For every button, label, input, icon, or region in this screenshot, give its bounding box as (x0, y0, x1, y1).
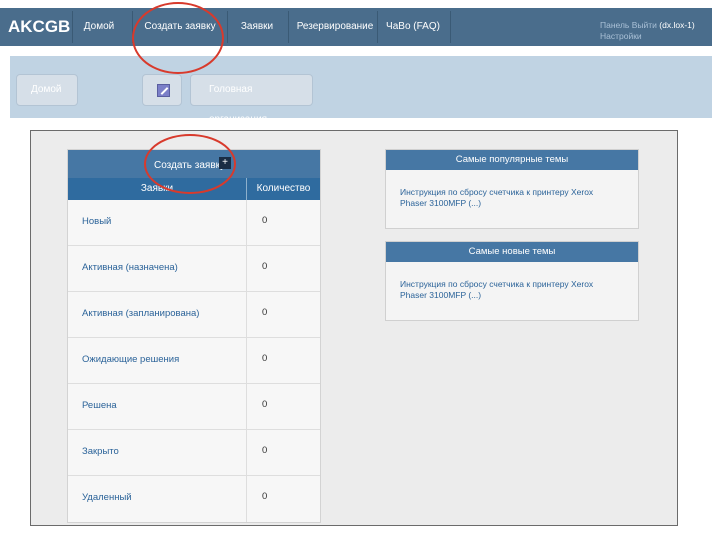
column-count: Количество (246, 178, 320, 200)
count-cell: 0 (246, 246, 320, 292)
table-row: Удаленный 0 (68, 476, 320, 522)
status-link[interactable]: Активная (назначена) (82, 262, 178, 273)
table-row: Активная (запланирована) 0 (68, 292, 320, 338)
popular-topic-link[interactable]: Инструкция по сбросу счетчика к принтеру… (400, 187, 620, 209)
annotation-oval (144, 134, 236, 194)
count-cell: 0 (246, 200, 320, 246)
count-cell: 0 (246, 430, 320, 476)
table-row: Решена 0 (68, 384, 320, 430)
nav-reservation[interactable]: Резервирование (296, 8, 374, 46)
nav-divider (227, 11, 228, 43)
count-cell: 0 (246, 292, 320, 338)
nav-divider (288, 11, 289, 43)
settings-link[interactable]: Настройки (600, 31, 695, 42)
popular-topics-title: Самые популярные темы (386, 150, 638, 170)
brand-logo[interactable]: AKCGB (8, 17, 70, 37)
status-link[interactable]: Удаленный (82, 492, 132, 503)
tickets-panel: Создать заявку + Заявки Количество Новый… (67, 149, 321, 523)
user-panel-link[interactable]: Панель (600, 20, 629, 30)
status-link[interactable]: Решена (82, 400, 117, 411)
newest-topics-panel: Самые новые темы Инструкция по сбросу сч… (385, 241, 639, 321)
annotation-oval (132, 2, 224, 74)
status-link[interactable]: Активная (запланирована) (82, 308, 199, 319)
edit-button[interactable] (142, 74, 182, 106)
nav-divider (377, 11, 378, 43)
popular-topics-panel: Самые популярные темы Инструкция по сбро… (385, 149, 639, 229)
table-row: Ожидающие решения 0 (68, 338, 320, 384)
table-row: Закрыто 0 (68, 430, 320, 476)
newest-topic-link[interactable]: Инструкция по сбросу счетчика к принтеру… (400, 279, 620, 301)
table-row: Новый 0 (68, 200, 320, 246)
nav-faq[interactable]: ЧаВо (FAQ) (380, 8, 446, 46)
home-breadcrumb-button[interactable]: Домой (16, 74, 78, 106)
top-navbar: AKCGB Домой Создать заявку Заявки Резерв… (0, 8, 712, 46)
count-cell: 0 (246, 384, 320, 430)
count-cell: 0 (246, 476, 320, 522)
count-cell: 0 (246, 338, 320, 384)
newest-topics-title: Самые новые темы (386, 242, 638, 262)
nav-divider (72, 11, 73, 43)
nav-home[interactable]: Домой (78, 8, 120, 46)
user-area: Панель Выйти (dx.lox-1) Настройки (600, 20, 695, 42)
edit-icon (157, 84, 170, 97)
status-link[interactable]: Ожидающие решения (82, 354, 179, 365)
table-row: Активная (назначена) 0 (68, 246, 320, 292)
nav-divider (450, 11, 451, 43)
username: (dx.lox-1) (659, 20, 695, 30)
organization-selector[interactable]: Головная организация (190, 74, 313, 125)
content-frame: Создать заявку + Заявки Количество Новый… (30, 130, 678, 526)
nav-tickets[interactable]: Заявки (234, 8, 280, 46)
breadcrumb-bar: Домой Головная организация (10, 56, 712, 125)
status-link[interactable]: Новый (82, 216, 111, 227)
status-link[interactable]: Закрыто (82, 446, 119, 457)
logout-link[interactable]: Выйти (632, 20, 657, 30)
